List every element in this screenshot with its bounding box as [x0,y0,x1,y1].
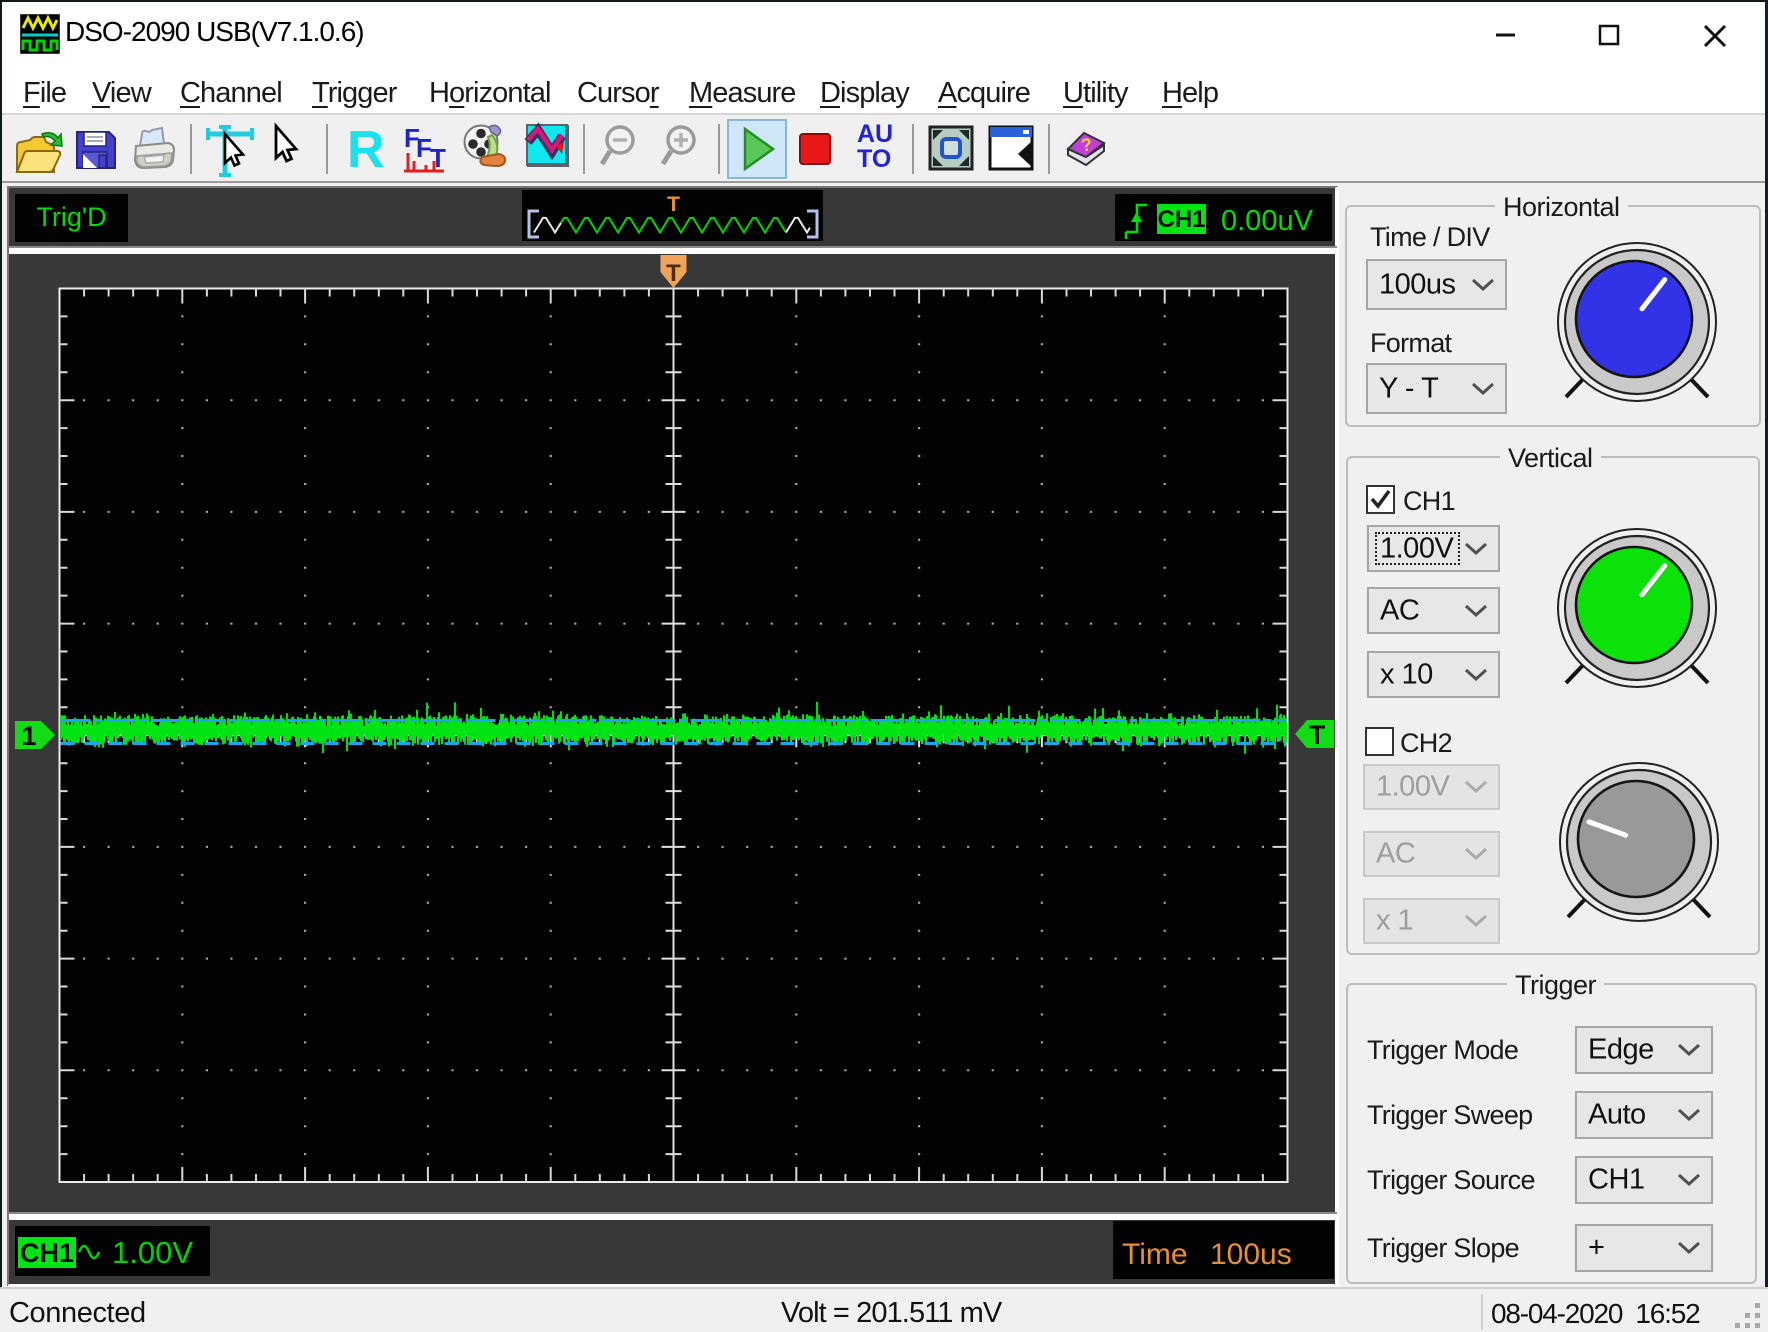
svg-text:AU: AU [857,120,893,148]
svg-text:T: T [430,143,446,173]
svg-text:1: 1 [21,721,36,751]
svg-text:TO: TO [857,145,891,173]
svg-text:0.00uV: 0.00uV [1221,205,1314,237]
svg-text:100us: 100us [1210,1238,1292,1271]
svg-text:CH1: CH1 [1157,206,1205,233]
svg-text:1.00V: 1.00V [112,1235,193,1270]
svg-text:Time: Time [1122,1238,1188,1271]
svg-text:T: T [667,193,680,216]
svg-text:T: T [666,260,681,287]
svg-text:CH1: CH1 [20,1238,74,1268]
svg-text:R: R [347,121,385,179]
svg-text:T: T [1309,720,1326,750]
